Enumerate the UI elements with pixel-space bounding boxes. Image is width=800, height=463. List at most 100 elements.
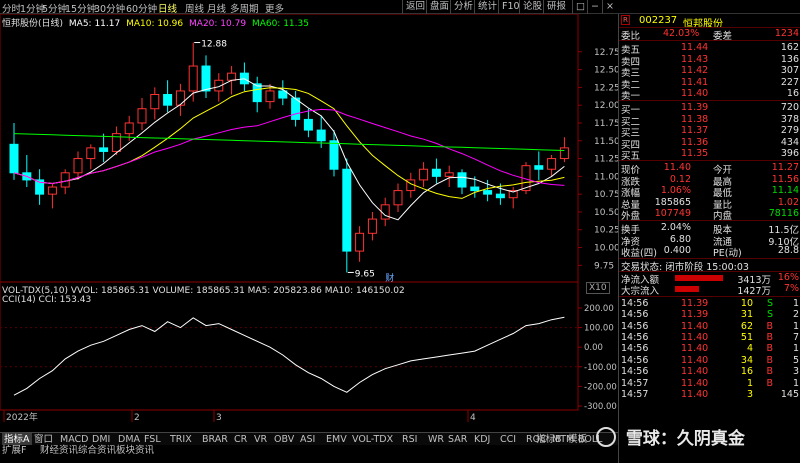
toolbar-button-2[interactable]: 分析	[450, 0, 476, 14]
ask-row-cell: 16	[786, 88, 799, 99]
fundamental-row: 换手 2.04% 股本 11.5亿	[619, 222, 800, 236]
close-icon[interactable]: ×	[602, 0, 617, 14]
ratio-separator	[619, 40, 800, 42]
indicator-tabs: 指标A 窗口 MACD DMI DMA FSL TRIX BRAR CR VR OBV ASI EMV V…	[0, 432, 618, 446]
bid-row-cell: 11.39	[681, 102, 709, 114]
period-tab-7[interactable]: 周线	[185, 1, 204, 15]
tick-row-cell: 7	[792, 332, 799, 343]
bid-row: 买一 11.39 720	[619, 102, 800, 116]
price-tick-label: 12.25	[594, 83, 618, 93]
tick-row-cell: 11.39	[681, 297, 709, 309]
fundamental-row: 收益(四) 0.400 PE(动) 28.8	[619, 245, 800, 259]
bid-row: 买四 11.36 434	[619, 136, 800, 151]
chart-area[interactable]: 12.75 12.50 12.25 12.00 11.75 11.50 11.25 11.00…	[0, 13, 620, 432]
period-tab-6[interactable]: 日线	[158, 1, 177, 15]
tick-row-cell: 16	[740, 366, 753, 378]
fundamental-row-cell: 28.8	[777, 245, 799, 257]
restore-icon[interactable]: □	[572, 0, 588, 14]
tick-row-cell: 2	[792, 309, 799, 321]
toolbar-button-0[interactable]: 返回	[402, 0, 428, 14]
earnings-event-marker[interactable]: 财	[385, 272, 394, 284]
fund-flow-row-cell: 16%	[777, 272, 799, 283]
period-tab-2[interactable]: 5分钟	[42, 1, 67, 15]
candle-body	[163, 94, 173, 106]
period-tab-10[interactable]: 更多	[265, 1, 284, 15]
ask-row-cell: 11.42	[681, 65, 709, 77]
tick-row: 14:56 11.40 4 B 1	[619, 343, 800, 354]
info-tab-0[interactable]: 扩展F	[2, 445, 26, 457]
tick-row-cell: 3	[792, 366, 799, 378]
toolbar-button-6[interactable]: 研报	[543, 0, 569, 14]
candle-body	[99, 147, 109, 152]
price-tick-label: 11.75	[594, 119, 618, 129]
candle-body	[547, 158, 557, 170]
candle-body	[393, 190, 403, 206]
bid-row-cell: 11.38	[681, 113, 709, 125]
candle-body	[303, 118, 313, 131]
low-price-label: 9.65	[355, 269, 375, 279]
bid-row-cell: 378	[780, 113, 799, 125]
kline-chart-svg[interactable]: 12.75 12.50 12.25 12.00 11.75 11.50 11.25 11.00…	[0, 13, 620, 432]
ma5-line	[13, 78, 565, 221]
candle-body	[559, 147, 569, 160]
ask-row-cell: 307	[780, 65, 799, 77]
info-tab-3[interactable]: 板块资讯	[116, 445, 154, 457]
tick-row-cell: 1	[792, 297, 799, 309]
cci-tick-label: 200.00	[584, 304, 614, 314]
minimize-icon[interactable]: −	[587, 0, 602, 14]
ask-row-cell: 11.43	[681, 53, 709, 65]
tick-row-cell: 5	[792, 354, 799, 366]
period-tab-8[interactable]: 月线	[207, 1, 226, 15]
fund-flow-bar	[675, 275, 723, 281]
tick-row: 14:56 11.40 62 B 1	[619, 321, 800, 332]
period-tab-9[interactable]: 多周期	[230, 1, 259, 15]
stat-row-cell: 78116	[768, 208, 799, 219]
ma20-line	[13, 108, 565, 186]
toolbar-button-1[interactable]: 盘面	[426, 0, 452, 14]
tick-row-cell: 14:57	[621, 377, 649, 389]
bid-row-cell: 434	[780, 136, 799, 148]
bid-row-cell: 11.37	[681, 125, 709, 137]
period-tab-0[interactable]: 分时	[2, 1, 21, 15]
tick-row-cell: 145	[780, 389, 799, 400]
bid-row: 买三 11.37 279	[619, 125, 800, 139]
period-tab-4[interactable]: 30分钟	[94, 1, 125, 15]
cci-tick-label: 100.00	[584, 324, 614, 334]
tick-row-cell: B	[766, 343, 773, 355]
candle-body	[457, 172, 467, 188]
tick-row: 14:56 11.39 10 S 1	[619, 298, 800, 309]
tick-row-cell: B	[766, 332, 773, 343]
period-tab-3[interactable]: 15分钟	[65, 1, 96, 15]
tick-row-cell: 11.40	[681, 389, 709, 400]
bid-row-cell: 396	[780, 148, 799, 159]
toolbar-button-3[interactable]: 统计	[474, 0, 500, 14]
date-label: 2	[134, 413, 140, 423]
fundamental-row-cell: 0.400	[663, 245, 691, 257]
candle-body	[150, 94, 160, 110]
order-ratio-row-cell: 1234	[774, 28, 799, 39]
candle-body	[483, 190, 493, 195]
candle-body	[431, 168, 441, 177]
tick-row-cell: 11.40	[681, 366, 709, 378]
stats2-separator	[619, 220, 800, 222]
cci-tick-label: 0.00	[584, 343, 603, 353]
tick-row-cell: 1	[792, 343, 799, 355]
info-tab-1[interactable]: 财经资讯	[40, 445, 78, 457]
high-price-label: 12.88	[201, 40, 227, 50]
price-tick-label: 12.00	[594, 101, 618, 111]
info-tab-2[interactable]: 综合资讯	[78, 445, 116, 457]
tick-row-cell: 14:56	[621, 297, 649, 309]
watermark-text: 雪球：久阴真金	[625, 429, 745, 449]
fund-flow-bar	[675, 286, 699, 293]
candle-body	[124, 122, 134, 135]
vol-scale-badge[interactable]: X10	[586, 282, 610, 294]
price-tick-label: 11.00	[594, 172, 618, 182]
candle-body	[367, 218, 377, 234]
period-tab-5[interactable]: 60分钟	[126, 1, 157, 15]
candle-body	[329, 140, 339, 170]
candle-body	[60, 172, 70, 188]
ask-row-cell: 162	[780, 42, 799, 54]
tick-row-cell: B	[766, 354, 773, 366]
toolbar-button-5[interactable]: 论股	[519, 0, 545, 14]
candle-body	[201, 65, 211, 92]
